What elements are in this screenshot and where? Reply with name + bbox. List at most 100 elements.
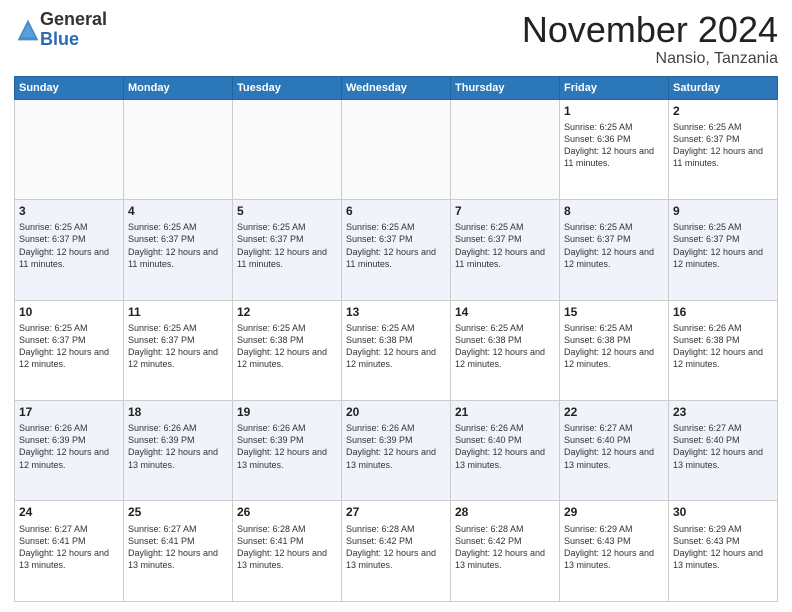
- day-number: 27: [346, 504, 446, 520]
- calendar-header-row: Sunday Monday Tuesday Wednesday Thursday…: [15, 76, 778, 99]
- calendar-cell-w4-d6: 23 Sunrise: 6:27 AM Sunset: 6:40 PM Dayli…: [669, 401, 778, 501]
- calendar-cell-w2-d3: 6 Sunrise: 6:25 AM Sunset: 6:37 PM Daylig…: [342, 200, 451, 300]
- day-info: Sunrise: 6:25 AM Sunset: 6:37 PM Dayligh…: [346, 221, 446, 270]
- day-number: 23: [673, 404, 773, 420]
- calendar-cell-w3-d3: 13Sunrise: 6:25 AM Sunset: 6:38 PM Dayli…: [342, 300, 451, 400]
- day-number: 1: [564, 103, 664, 119]
- day-info: Sunrise: 6:26 AM Sunset: 6:39 PM Dayligh…: [237, 422, 337, 471]
- day-number: 17: [19, 404, 119, 420]
- calendar-cell-w3-d0: 10 Sunrise: 6:25 AM Sunset: 6:37 PM Dayli…: [15, 300, 124, 400]
- day-number: 7: [455, 203, 555, 219]
- day-info: Sunrise: 6:29 AM Sunset: 6:43 PM Dayligh…: [673, 523, 773, 572]
- calendar-cell-w5-d6: 30 Sunrise: 6:29 AM Sunset: 6:43 PM Dayli…: [669, 501, 778, 602]
- day-number: 10: [19, 304, 119, 320]
- calendar-cell-w1-d2: [233, 99, 342, 199]
- calendar-cell-w4-d4: 21Sunrise: 6:26 AM Sunset: 6:40 PM Dayli…: [451, 401, 560, 501]
- calendar-cell-w1-d0: [15, 99, 124, 199]
- calendar-cell-w1-d5: 1 Sunrise: 6:25 AM Sunset: 6:36 PM Daylig…: [560, 99, 669, 199]
- day-number: 14: [455, 304, 555, 320]
- day-info: Sunrise: 6:26 AM Sunset: 6:38 PM Dayligh…: [673, 322, 773, 371]
- calendar-cell-w4-d5: 22Sunrise: 6:27 AM Sunset: 6:40 PM Dayli…: [560, 401, 669, 501]
- day-number: 29: [564, 504, 664, 520]
- day-info: Sunrise: 6:25 AM Sunset: 6:38 PM Dayligh…: [237, 322, 337, 371]
- calendar-cell-w5-d5: 29 Sunrise: 6:29 AM Sunset: 6:43 PM Dayli…: [560, 501, 669, 602]
- calendar-cell-w4-d3: 20 Sunrise: 6:26 AM Sunset: 6:39 PM Dayli…: [342, 401, 451, 501]
- col-saturday: Saturday: [669, 76, 778, 99]
- day-info: Sunrise: 6:28 AM Sunset: 6:42 PM Dayligh…: [346, 523, 446, 572]
- logo-icon: [16, 18, 40, 42]
- col-thursday: Thursday: [451, 76, 560, 99]
- location: Nansio, Tanzania: [522, 50, 778, 68]
- calendar-week-2: 3Sunrise: 6:25 AM Sunset: 6:37 PM Daylig…: [15, 200, 778, 300]
- calendar-cell-w3-d1: 11Sunrise: 6:25 AM Sunset: 6:37 PM Dayli…: [124, 300, 233, 400]
- day-number: 6: [346, 203, 446, 219]
- header: General Blue November 2024 Nansio, Tanza…: [14, 10, 778, 68]
- day-number: 28: [455, 504, 555, 520]
- calendar-cell-w2-d6: 9 Sunrise: 6:25 AM Sunset: 6:37 PM Daylig…: [669, 200, 778, 300]
- day-number: 21: [455, 404, 555, 420]
- calendar-week-1: 1 Sunrise: 6:25 AM Sunset: 6:36 PM Daylig…: [15, 99, 778, 199]
- calendar-cell-w5-d4: 28 Sunrise: 6:28 AM Sunset: 6:42 PM Dayli…: [451, 501, 560, 602]
- calendar-cell-w1-d4: [451, 99, 560, 199]
- month-title: November 2024: [522, 10, 778, 50]
- day-number: 8: [564, 203, 664, 219]
- day-info: Sunrise: 6:25 AM Sunset: 6:37 PM Dayligh…: [673, 221, 773, 270]
- logo-general-text: General: [40, 9, 107, 29]
- day-info: Sunrise: 6:27 AM Sunset: 6:40 PM Dayligh…: [564, 422, 664, 471]
- day-info: Sunrise: 6:28 AM Sunset: 6:42 PM Dayligh…: [455, 523, 555, 572]
- day-number: 9: [673, 203, 773, 219]
- calendar-week-4: 17 Sunrise: 6:26 AM Sunset: 6:39 PM Dayli…: [15, 401, 778, 501]
- day-info: Sunrise: 6:28 AM Sunset: 6:41 PM Dayligh…: [237, 523, 337, 572]
- calendar-cell-w2-d2: 5Sunrise: 6:25 AM Sunset: 6:37 PM Daylig…: [233, 200, 342, 300]
- day-info: Sunrise: 6:25 AM Sunset: 6:37 PM Dayligh…: [455, 221, 555, 270]
- calendar-cell-w4-d1: 18 Sunrise: 6:26 AM Sunset: 6:39 PM Dayli…: [124, 401, 233, 501]
- day-info: Sunrise: 6:25 AM Sunset: 6:36 PM Dayligh…: [564, 121, 664, 170]
- day-info: Sunrise: 6:25 AM Sunset: 6:37 PM Dayligh…: [19, 221, 119, 270]
- day-number: 2: [673, 103, 773, 119]
- calendar-cell-w4-d2: 19Sunrise: 6:26 AM Sunset: 6:39 PM Dayli…: [233, 401, 342, 501]
- col-tuesday: Tuesday: [233, 76, 342, 99]
- day-info: Sunrise: 6:25 AM Sunset: 6:37 PM Dayligh…: [564, 221, 664, 270]
- col-monday: Monday: [124, 76, 233, 99]
- calendar-cell-w5-d1: 25 Sunrise: 6:27 AM Sunset: 6:41 PM Dayli…: [124, 501, 233, 602]
- day-info: Sunrise: 6:25 AM Sunset: 6:37 PM Dayligh…: [19, 322, 119, 371]
- calendar-cell-w2-d0: 3Sunrise: 6:25 AM Sunset: 6:37 PM Daylig…: [15, 200, 124, 300]
- col-wednesday: Wednesday: [342, 76, 451, 99]
- calendar-table: Sunday Monday Tuesday Wednesday Thursday…: [14, 76, 778, 602]
- day-info: Sunrise: 6:26 AM Sunset: 6:39 PM Dayligh…: [128, 422, 228, 471]
- day-number: 18: [128, 404, 228, 420]
- day-number: 24: [19, 504, 119, 520]
- logo-text: General Blue: [40, 10, 107, 50]
- calendar-cell-w5-d2: 26 Sunrise: 6:28 AM Sunset: 6:41 PM Dayli…: [233, 501, 342, 602]
- calendar-cell-w3-d2: 12 Sunrise: 6:25 AM Sunset: 6:38 PM Dayli…: [233, 300, 342, 400]
- day-number: 30: [673, 504, 773, 520]
- day-number: 12: [237, 304, 337, 320]
- day-number: 5: [237, 203, 337, 219]
- calendar-cell-w4-d0: 17Sunrise: 6:26 AM Sunset: 6:39 PM Dayli…: [15, 401, 124, 501]
- calendar-cell-w3-d5: 15Sunrise: 6:25 AM Sunset: 6:38 PM Dayli…: [560, 300, 669, 400]
- col-sunday: Sunday: [15, 76, 124, 99]
- calendar-cell-w1-d3: [342, 99, 451, 199]
- col-friday: Friday: [560, 76, 669, 99]
- calendar-cell-w1-d6: 2 Sunrise: 6:25 AM Sunset: 6:37 PM Daylig…: [669, 99, 778, 199]
- day-number: 26: [237, 504, 337, 520]
- day-number: 4: [128, 203, 228, 219]
- calendar-cell-w1-d1: [124, 99, 233, 199]
- day-number: 16: [673, 304, 773, 320]
- calendar-cell-w3-d4: 14 Sunrise: 6:25 AM Sunset: 6:38 PM Dayli…: [451, 300, 560, 400]
- day-info: Sunrise: 6:26 AM Sunset: 6:39 PM Dayligh…: [346, 422, 446, 471]
- day-info: Sunrise: 6:29 AM Sunset: 6:43 PM Dayligh…: [564, 523, 664, 572]
- day-info: Sunrise: 6:27 AM Sunset: 6:40 PM Dayligh…: [673, 422, 773, 471]
- day-info: Sunrise: 6:25 AM Sunset: 6:37 PM Dayligh…: [673, 121, 773, 170]
- calendar-cell-w2-d5: 8 Sunrise: 6:25 AM Sunset: 6:37 PM Daylig…: [560, 200, 669, 300]
- day-number: 20: [346, 404, 446, 420]
- day-info: Sunrise: 6:27 AM Sunset: 6:41 PM Dayligh…: [128, 523, 228, 572]
- day-info: Sunrise: 6:25 AM Sunset: 6:37 PM Dayligh…: [128, 221, 228, 270]
- title-area: November 2024 Nansio, Tanzania: [522, 10, 778, 68]
- page: General Blue November 2024 Nansio, Tanza…: [0, 0, 792, 612]
- calendar-week-3: 10 Sunrise: 6:25 AM Sunset: 6:37 PM Dayli…: [15, 300, 778, 400]
- day-info: Sunrise: 6:25 AM Sunset: 6:38 PM Dayligh…: [455, 322, 555, 371]
- calendar-cell-w2-d4: 7 Sunrise: 6:25 AM Sunset: 6:37 PM Daylig…: [451, 200, 560, 300]
- logo-area: General Blue: [14, 10, 107, 50]
- day-number: 25: [128, 504, 228, 520]
